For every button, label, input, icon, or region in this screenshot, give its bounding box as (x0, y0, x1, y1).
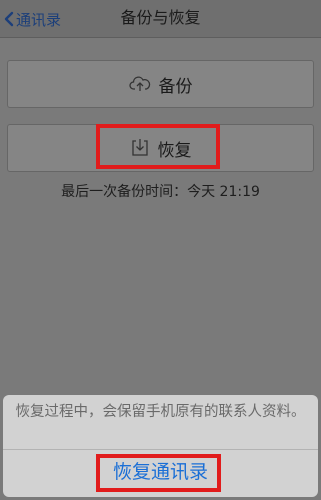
action-sheet-message: 恢复过程中，会保留手机原有的联系人资料。 (15, 404, 306, 420)
download-tray-icon (130, 138, 150, 158)
restore-contacts-button[interactable]: 恢复通讯录 (3, 450, 318, 497)
backup-button-label: 备份 (158, 76, 193, 97)
action-sheet: 恢复过程中，会保留手机原有的联系人资料。 恢复通讯录 (3, 395, 318, 497)
backup-button[interactable]: 备份 (7, 60, 314, 108)
chevron-left-icon (4, 11, 16, 27)
navigation-bar: 通讯录 备份与恢复 (0, 0, 321, 38)
backup-restore-screen: 通讯录 备份与恢复 备份 恢复 最后一次备份时间：今天 21:19 恢复过程中，… (0, 0, 321, 500)
restore-button[interactable]: 恢复 (7, 124, 314, 172)
back-button-label: 通讯录 (16, 10, 62, 29)
restore-button-label: 恢复 (157, 140, 192, 161)
cloud-upload-icon (128, 75, 151, 93)
last-backup-time: 最后一次备份时间：今天 21:19 (61, 184, 260, 200)
back-button[interactable]: 通讯录 (4, 6, 61, 32)
